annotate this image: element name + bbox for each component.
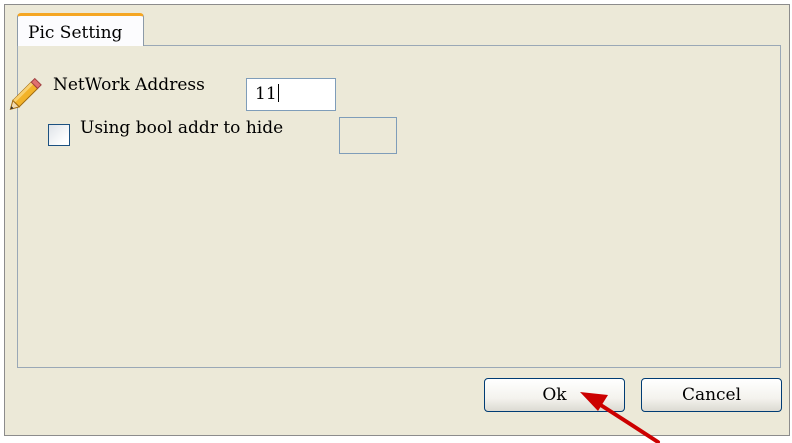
red-arrow-icon bbox=[580, 392, 660, 443]
tab-pic-setting-label: Pic Setting bbox=[28, 23, 123, 43]
network-address-value: 11 bbox=[255, 84, 277, 104]
bool-hide-checkbox[interactable] bbox=[48, 124, 70, 146]
network-address-label: NetWork Address bbox=[53, 75, 205, 95]
text-caret bbox=[277, 84, 279, 102]
bool-addr-input[interactable] bbox=[339, 117, 397, 154]
tab-pic-setting[interactable]: Pic Setting bbox=[17, 13, 144, 46]
pencil-icon bbox=[9, 77, 42, 111]
bool-hide-label: Using bool addr to hide bbox=[80, 118, 284, 138]
network-address-input[interactable]: 11 bbox=[246, 78, 336, 111]
